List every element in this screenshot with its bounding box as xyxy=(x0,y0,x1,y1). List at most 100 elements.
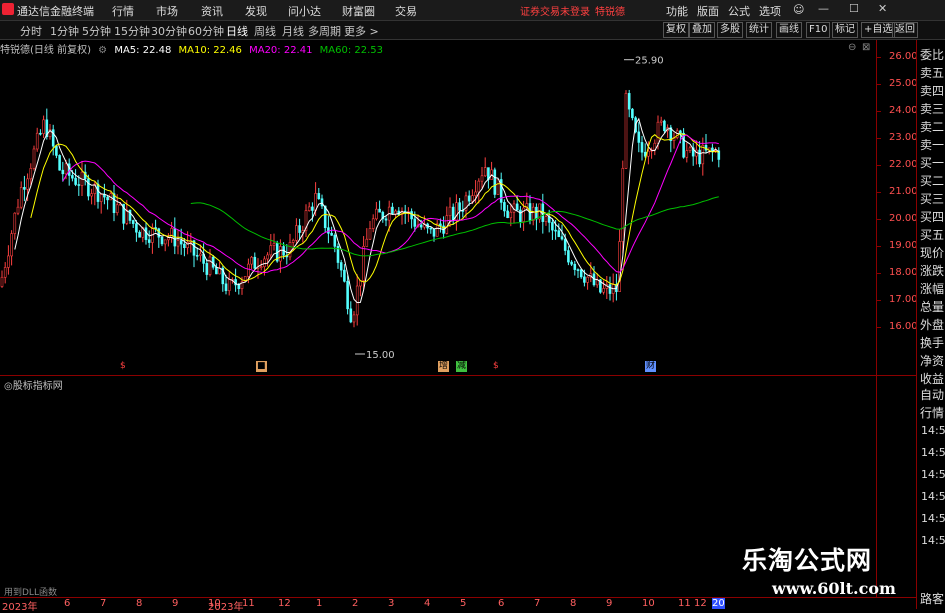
candle-body xyxy=(419,224,423,228)
tab-1min[interactable]: 1分钟 xyxy=(50,23,79,39)
tab-weekly[interactable]: 周线 xyxy=(254,23,276,39)
add-favorite-button[interactable]: +自选 xyxy=(861,22,896,38)
candle-body xyxy=(471,195,474,202)
event-marker[interactable]: ■ xyxy=(256,361,267,372)
price-tick-label: 19.00 xyxy=(889,240,918,251)
candle-body xyxy=(522,207,525,222)
price-tick-label: 26.00 xyxy=(889,51,918,62)
close-button[interactable]: ✕ xyxy=(878,2,887,15)
quote-label[interactable]: 买四 xyxy=(920,208,944,225)
kline-chart[interactable]: 25.90 15.00 xyxy=(0,40,876,376)
candle-body xyxy=(375,208,378,220)
tab-30min[interactable]: 30分钟 xyxy=(151,23,187,39)
event-marker[interactable]: $ xyxy=(492,361,500,372)
panel-tab[interactable]: 行情 xyxy=(920,404,944,421)
restore-button[interactable]: ☐ xyxy=(849,2,859,15)
candle-body xyxy=(531,206,535,221)
back-button[interactable]: 返回 xyxy=(892,22,918,38)
quote-label[interactable]: 买三 xyxy=(920,190,944,207)
quote-label[interactable]: 买一 xyxy=(920,154,944,171)
candle-body xyxy=(365,238,369,247)
quote-label[interactable]: 现价 xyxy=(920,244,944,261)
fuquan-button[interactable]: 复权 xyxy=(663,22,689,38)
candle-body xyxy=(295,225,298,241)
price-tick-label: 21.00 xyxy=(889,186,918,197)
quote-label[interactable]: 买五 xyxy=(920,226,944,243)
quote-label[interactable]: 外盘 xyxy=(920,316,944,333)
menu-caifuquan[interactable]: 财富圈 xyxy=(342,3,375,19)
menu-gongshi[interactable]: 公式 xyxy=(728,3,750,19)
candle-body xyxy=(195,255,199,257)
menu-hangqing[interactable]: 行情 xyxy=(112,3,134,19)
event-marker[interactable]: 增 xyxy=(438,361,450,372)
menu-shichang[interactable]: 市场 xyxy=(156,3,178,19)
quote-label[interactable]: 委比 xyxy=(920,46,944,63)
candle-body xyxy=(259,266,263,268)
f10-button[interactable]: F10 xyxy=(806,22,831,38)
quote-label[interactable]: 卖四 xyxy=(920,82,944,99)
indicator-title[interactable]: ◎股标指标网 xyxy=(4,377,63,392)
candle-body xyxy=(39,132,42,135)
message-icon[interactable]: ☺ xyxy=(793,3,804,16)
multi-stock-button[interactable]: 多股 xyxy=(717,22,743,38)
date-tick-label: 6 xyxy=(64,598,71,609)
candle-body xyxy=(87,178,90,197)
quote-label[interactable]: 总量 xyxy=(920,298,944,315)
candle-body xyxy=(23,187,26,190)
stats-button[interactable]: 统计 xyxy=(746,22,772,38)
tab-daily[interactable]: 日线 xyxy=(226,23,248,39)
tab-monthly[interactable]: 月线 xyxy=(282,23,304,39)
price-tick xyxy=(877,165,881,166)
draw-button[interactable]: 画线 xyxy=(776,22,802,38)
date-tick-label: 7 xyxy=(534,598,541,609)
quote-label[interactable]: 买二 xyxy=(920,172,944,189)
tab-60min[interactable]: 60分钟 xyxy=(188,23,224,39)
event-marker[interactable]: 减 xyxy=(456,361,468,372)
quote-label[interactable]: 卖五 xyxy=(920,64,944,81)
menu-zixun[interactable]: 资讯 xyxy=(201,3,223,19)
menu-faxian[interactable]: 发现 xyxy=(245,3,267,19)
candle-body xyxy=(330,232,333,236)
tab-5min[interactable]: 5分钟 xyxy=(82,23,111,39)
candle-body xyxy=(371,218,375,229)
candle-body xyxy=(167,237,170,241)
candle-body xyxy=(631,108,634,119)
tab-multi-period[interactable]: 多周期 xyxy=(308,23,341,39)
candle-body xyxy=(279,246,282,262)
tab-more[interactable]: 更多 > xyxy=(344,23,379,39)
quote-label[interactable]: 收益 xyxy=(920,370,944,387)
candle-body xyxy=(391,206,394,215)
price-tick xyxy=(877,57,881,58)
candle-body xyxy=(551,222,554,231)
high-price-label: 25.90 xyxy=(635,56,664,67)
candle-body xyxy=(224,283,228,291)
quote-label[interactable]: 净资 xyxy=(920,352,944,369)
quote-label[interactable]: 卖一 xyxy=(920,136,944,153)
minimize-button[interactable]: — xyxy=(818,2,829,15)
candle-body xyxy=(560,236,564,240)
menu-xuanxiang[interactable]: 选项 xyxy=(759,3,781,19)
menu-wenxiaoda[interactable]: 问小达 xyxy=(288,3,321,19)
panel-tab[interactable]: 自动 xyxy=(920,386,944,403)
event-marker[interactable]: $ xyxy=(119,361,127,372)
candle-body xyxy=(237,284,241,289)
candle-body xyxy=(602,288,605,293)
menu-banmian[interactable]: 版面 xyxy=(697,3,719,19)
candle-body xyxy=(176,240,180,247)
price-tick xyxy=(877,300,881,301)
tab-15min[interactable]: 15分钟 xyxy=(114,23,150,39)
event-marker[interactable]: 财 xyxy=(645,361,657,372)
date-tick-label: 5 xyxy=(460,598,467,609)
quote-label[interactable]: 卖二 xyxy=(920,118,944,135)
menu-jiaoyi[interactable]: 交易 xyxy=(395,3,417,19)
mark-button[interactable]: 标记 xyxy=(832,22,858,38)
stock-name-tab[interactable]: 特锐德 xyxy=(595,3,625,18)
quote-label[interactable]: 涨跌 xyxy=(920,262,944,279)
quote-label[interactable]: 涨幅 xyxy=(920,280,944,297)
quote-label[interactable]: 换手 xyxy=(920,334,944,351)
quote-label[interactable]: 卖三 xyxy=(920,100,944,117)
tab-fenshi[interactable]: 分时 xyxy=(20,23,42,39)
menu-gongneng[interactable]: 功能 xyxy=(666,3,688,19)
login-warning[interactable]: 证券交易未登录 xyxy=(520,3,590,18)
overlay-button[interactable]: 叠加 xyxy=(689,22,715,38)
